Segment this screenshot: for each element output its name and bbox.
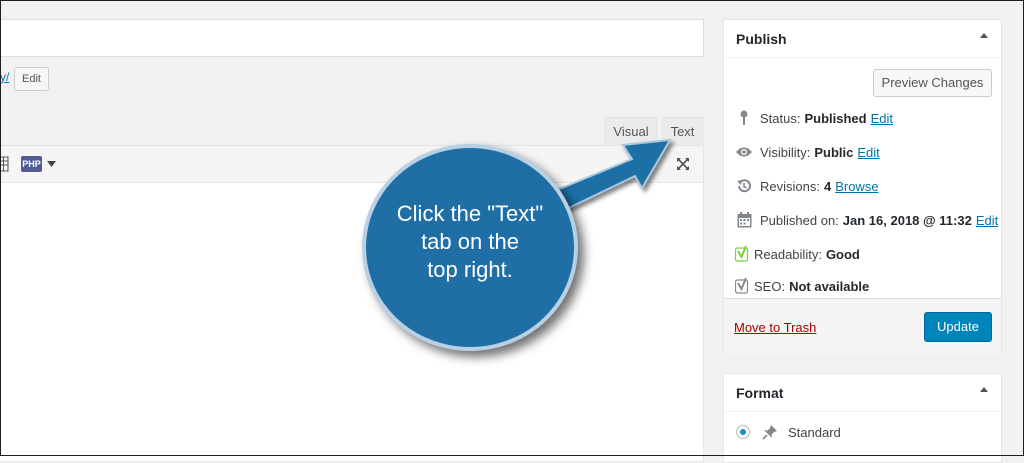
callout-line-1: Click the "Text" xyxy=(396,201,544,226)
callout-text: Click the "Text" tab on the top right. xyxy=(362,200,578,284)
callout-line-3: top right. xyxy=(427,257,513,282)
callout-line-2: tab on the xyxy=(421,229,519,254)
